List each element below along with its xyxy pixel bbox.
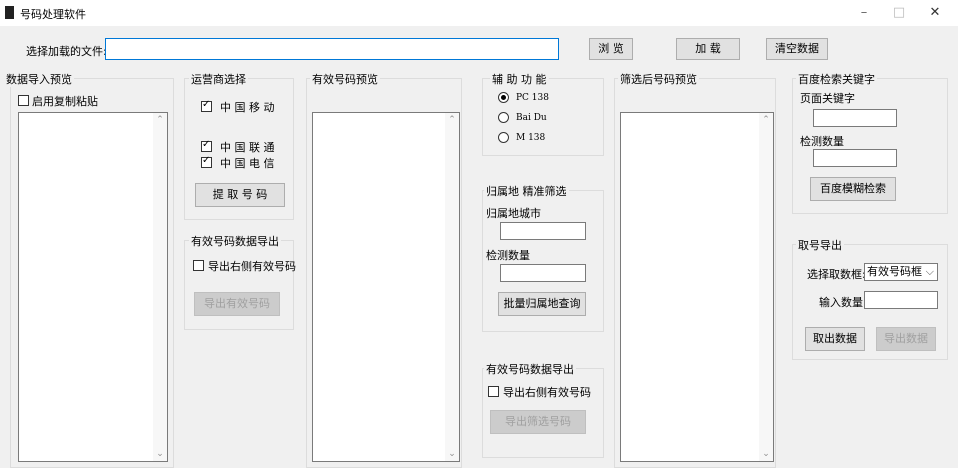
extract-numbers-button[interactable]: 提 取 号 码: [195, 183, 285, 207]
carrier-title: 运营商选择: [189, 71, 248, 87]
carrier-unicom-checkbox[interactable]: [201, 139, 212, 152]
scroll-down-icon[interactable]: ⌄: [759, 449, 773, 459]
client-area: 选择加载的文件: 浏 览 加 载 清空数据 数据导入预览 启用复制粘贴 ⌃ ⌄ …: [0, 26, 958, 468]
baidu-title: 百度检索关键字: [796, 71, 877, 87]
valid-export-group: [184, 240, 294, 330]
scroll-up-icon[interactable]: ⌃: [445, 115, 459, 125]
fetch-data-button[interactable]: 取出数据: [805, 327, 865, 351]
baidu-count-label: 检测数量: [800, 135, 844, 148]
aux-baidu-radio[interactable]: [498, 112, 509, 123]
fetch-title: 取号导出: [796, 237, 844, 253]
carrier-telecom-checkbox[interactable]: [201, 155, 212, 168]
region-city-input[interactable]: [500, 222, 586, 240]
region-title: 归属地 精准筛选: [484, 183, 569, 199]
region-query-button[interactable]: 批量归属地查询: [498, 292, 586, 316]
filtered-export-title: 有效号码数据导出: [484, 361, 576, 377]
baidu-keyword-input[interactable]: [813, 109, 897, 127]
export-valid-checkbox[interactable]: [193, 260, 204, 271]
import-scrollbar[interactable]: ⌃ ⌄: [153, 113, 167, 461]
title-bar: 号码处理软件 – □ ✕: [0, 0, 958, 26]
browse-button[interactable]: 浏 览: [589, 38, 633, 60]
chevron-down-icon[interactable]: ⌵: [926, 264, 934, 280]
aux-title: 辅 助 功 能: [490, 71, 549, 87]
aux-baidu-label: Bai Du: [516, 113, 547, 123]
filtered-scrollbar[interactable]: ⌃ ⌄: [759, 113, 773, 461]
file-label: 选择加载的文件:: [26, 45, 107, 58]
baidu-count-input[interactable]: [813, 149, 897, 167]
valid-preview-title: 有效号码预览: [310, 71, 380, 87]
carrier-cmcc-checkbox[interactable]: [201, 99, 212, 112]
fetch-count-label: 输入数量:: [819, 296, 867, 309]
close-button[interactable]: ✕: [912, 0, 958, 26]
aux-m138-radio[interactable]: [498, 132, 509, 143]
aux-pc138-radio[interactable]: [498, 92, 509, 103]
valid-scrollbar[interactable]: ⌃ ⌄: [445, 113, 459, 461]
export-valid-button[interactable]: 导出有效号码: [194, 292, 280, 316]
valid-export-title: 有效号码数据导出: [189, 233, 281, 249]
import-textbox[interactable]: ⌃ ⌄: [18, 112, 168, 462]
export-valid-label: 导出右侧有效号码: [208, 260, 296, 273]
carrier-unicom-label: 中 国 联 通: [220, 141, 275, 154]
export-filtered-checkbox[interactable]: [488, 386, 499, 397]
aux-pc138-label: PC 138: [516, 93, 549, 103]
filtered-numbers-textbox[interactable]: ⌃ ⌄: [620, 112, 774, 462]
region-count-label: 检测数量: [486, 249, 530, 262]
export-data-button[interactable]: 导出数据: [876, 327, 936, 351]
carrier-telecom-label: 中 国 电 信: [220, 157, 275, 170]
fetch-select-label: 选择取数框:: [807, 268, 866, 281]
scroll-down-icon[interactable]: ⌄: [445, 449, 459, 459]
fetch-source-value: 有效号码框: [867, 265, 922, 278]
window-title: 号码处理软件: [20, 8, 86, 21]
load-button[interactable]: 加 载: [676, 38, 740, 60]
enable-paste-label: 启用复制粘贴: [32, 95, 98, 108]
baidu-search-button[interactable]: 百度模糊检索: [810, 177, 896, 201]
file-path-input[interactable]: [105, 38, 559, 60]
scroll-up-icon[interactable]: ⌃: [759, 115, 773, 125]
fetch-count-input[interactable]: [864, 291, 938, 309]
export-filtered-button[interactable]: 导出筛选号码: [490, 410, 586, 434]
scroll-up-icon[interactable]: ⌃: [153, 115, 167, 125]
fetch-source-select[interactable]: 有效号码框 ⌵: [864, 263, 938, 281]
app-icon: [5, 6, 14, 19]
aux-m138-label: M 138: [516, 133, 546, 143]
enable-paste-checkbox[interactable]: [18, 95, 29, 106]
import-preview-title: 数据导入预览: [4, 71, 74, 87]
export-filtered-label: 导出右侧有效号码: [503, 386, 591, 399]
clear-data-button[interactable]: 清空数据: [766, 38, 828, 60]
filtered-preview-title: 筛选后号码预览: [618, 71, 699, 87]
valid-numbers-textbox[interactable]: ⌃ ⌄: [312, 112, 460, 462]
scroll-down-icon[interactable]: ⌄: [153, 449, 167, 459]
baidu-keyword-label: 页面关键字: [800, 92, 855, 105]
region-city-label: 归属地城市: [486, 207, 541, 220]
region-count-input[interactable]: [500, 264, 586, 282]
carrier-cmcc-label: 中 国 移 动: [220, 101, 275, 114]
